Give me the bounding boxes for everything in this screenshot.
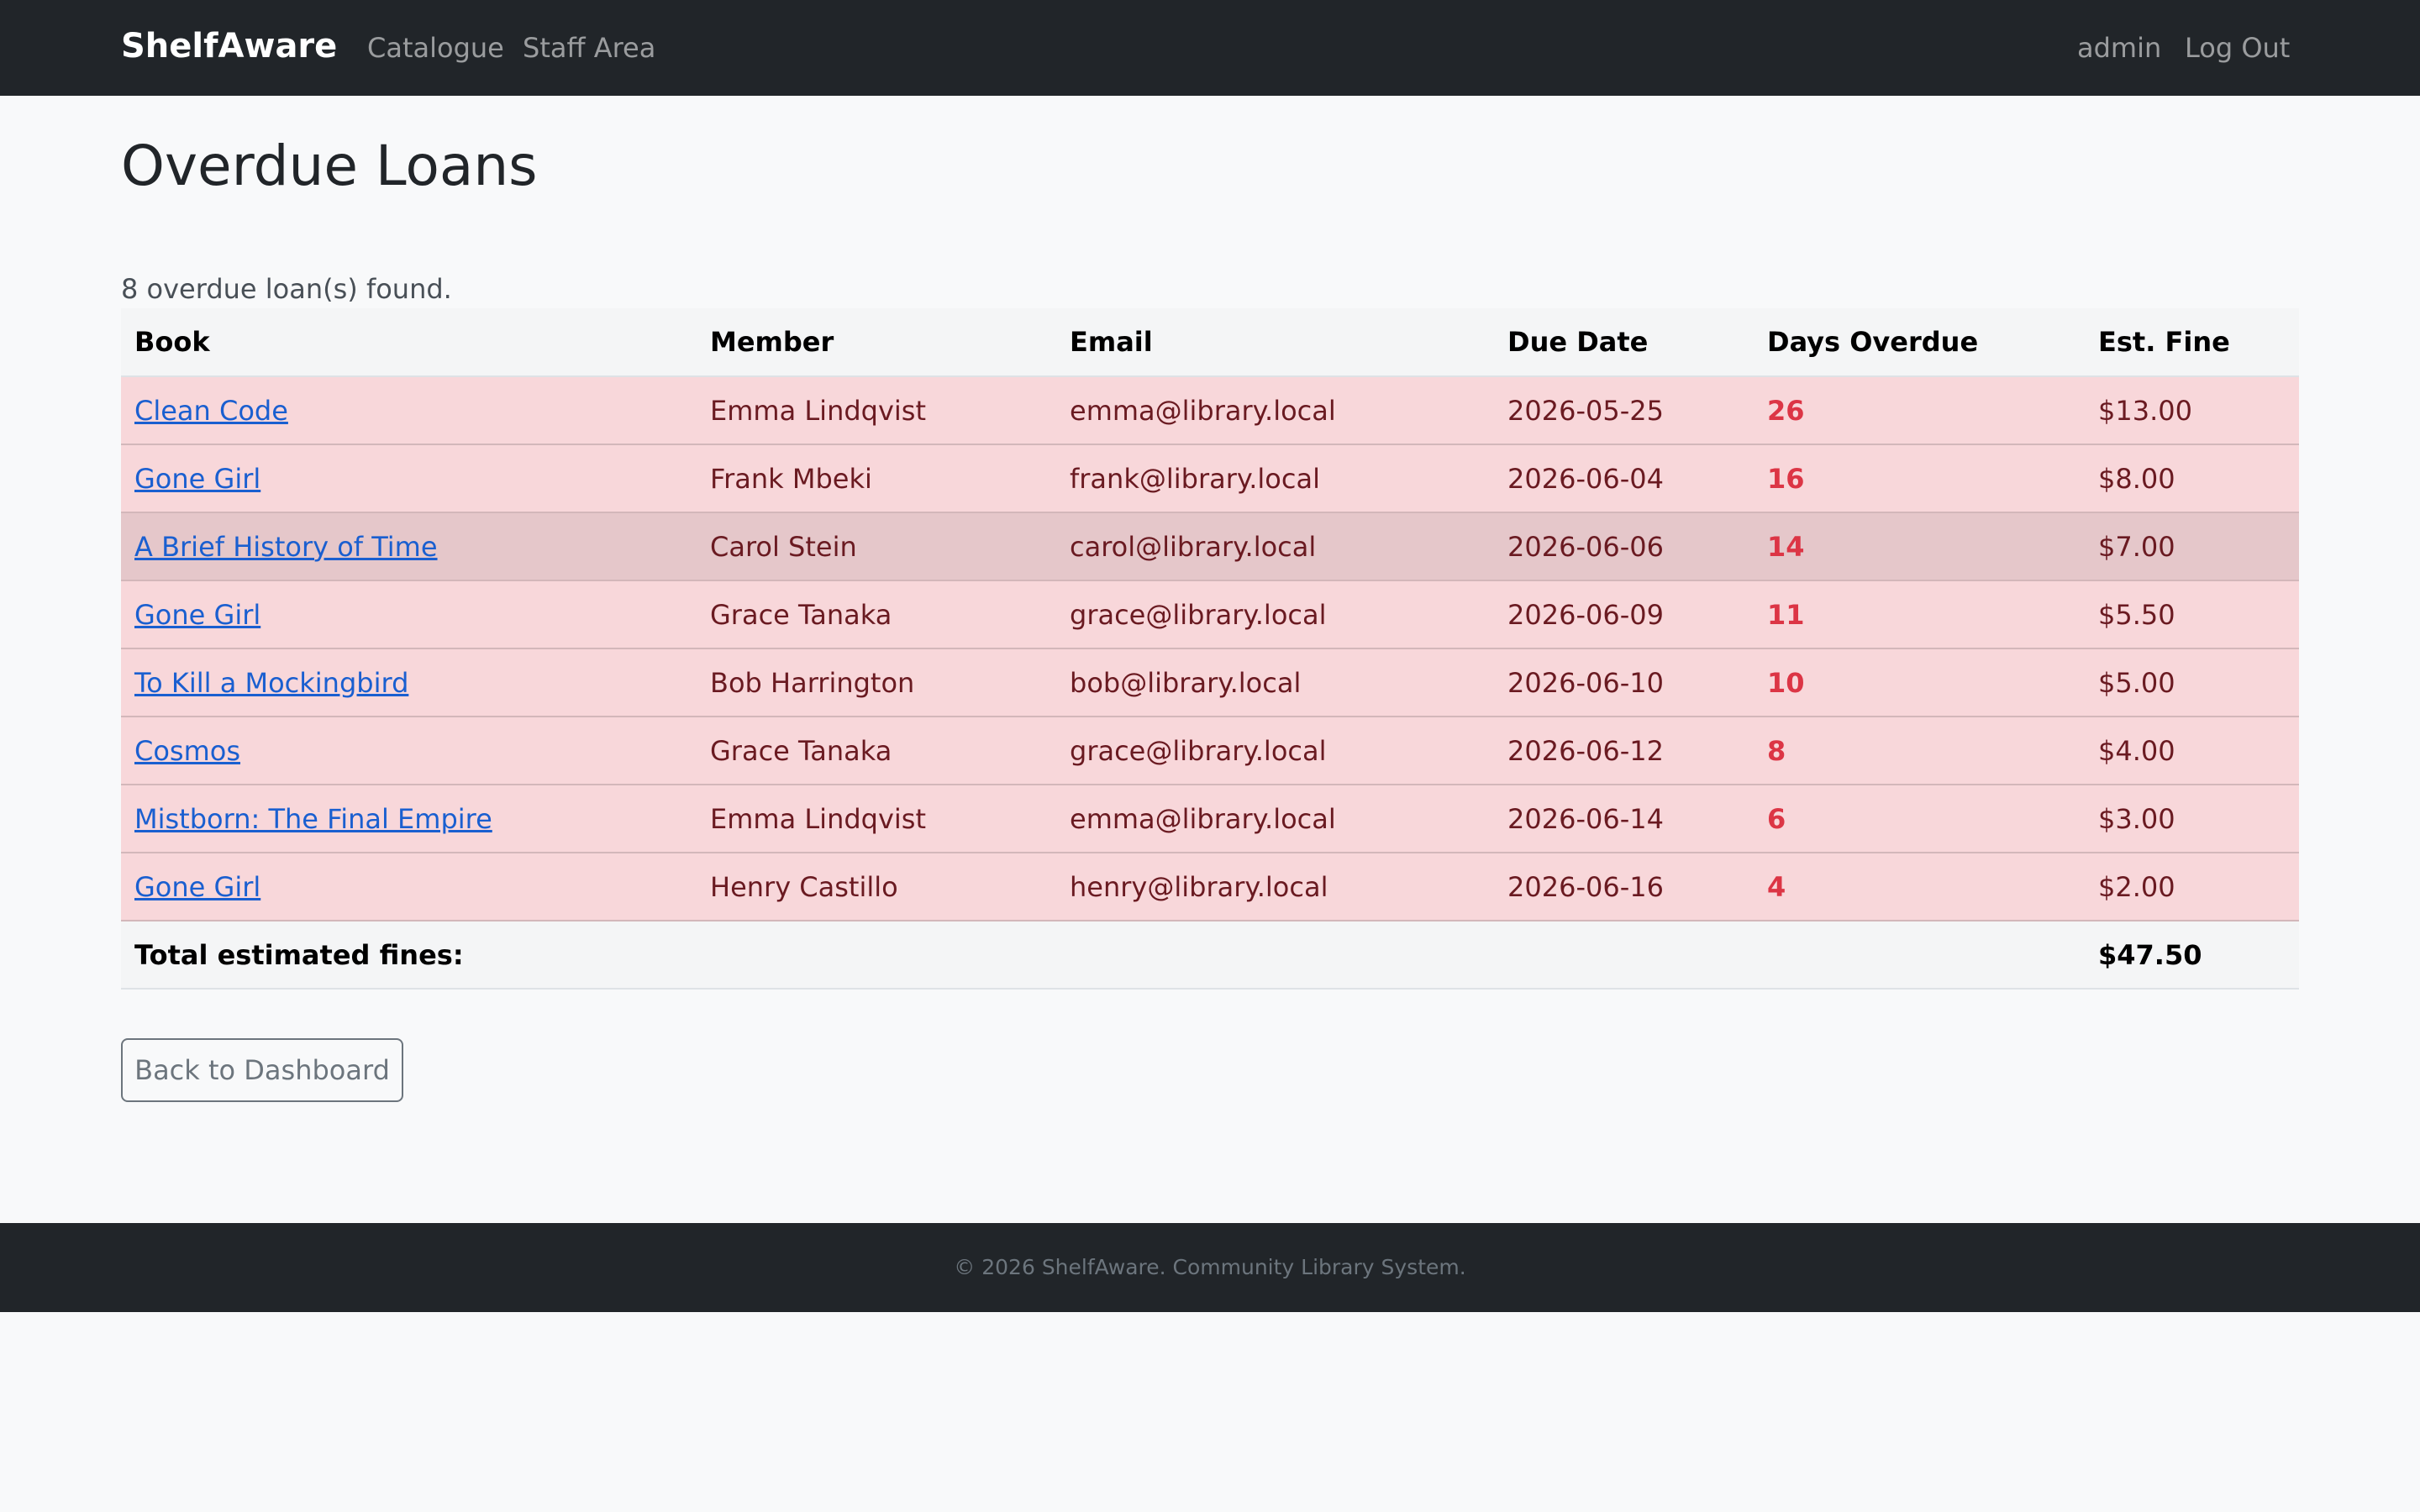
navbar: ShelfAware Catalogue Staff Area admin Lo… xyxy=(0,0,2420,96)
due-date-cell: 2026-06-14 xyxy=(1494,785,1754,853)
table-row: Clean Code Emma Lindqvist emma@library.l… xyxy=(121,376,2299,445)
est-fine-cell: $3.00 xyxy=(2085,785,2299,853)
est-fine-cell: $5.50 xyxy=(2085,580,2299,649)
book-title-link[interactable]: To Kill a Mockingbird xyxy=(134,667,408,699)
est-fine-cell: $4.00 xyxy=(2085,717,2299,785)
overdue-loans-table: Book Member Email Due Date Days Overdue … xyxy=(121,308,2299,990)
column-header-days-overdue: Days Overdue xyxy=(1754,308,2085,377)
book-title-link[interactable]: Mistborn: The Final Empire xyxy=(134,803,492,835)
email-cell: bob@library.local xyxy=(1056,648,1494,717)
due-date-cell: 2026-06-12 xyxy=(1494,717,1754,785)
email-cell: emma@library.local xyxy=(1056,376,1494,445)
est-fine-cell: $7.00 xyxy=(2085,512,2299,581)
due-date-cell: 2026-05-25 xyxy=(1494,376,1754,445)
total-fines-label: Total estimated fines: xyxy=(121,921,2085,990)
due-date-cell: 2026-06-04 xyxy=(1494,444,1754,513)
footer-copyright: © 2026 ShelfAware. Community Library Sys… xyxy=(954,1255,1466,1279)
column-header-est-fine: Est. Fine xyxy=(2085,308,2299,377)
column-header-email: Email xyxy=(1056,308,1494,377)
days-overdue-cell: 26 xyxy=(1754,376,2085,445)
back-to-dashboard-button[interactable]: Back to Dashboard xyxy=(121,1038,403,1102)
email-cell: frank@library.local xyxy=(1056,444,1494,513)
member-cell: Bob Harrington xyxy=(697,648,1056,717)
book-title-link[interactable]: Gone Girl xyxy=(134,463,260,495)
days-overdue-cell: 6 xyxy=(1754,785,2085,853)
table-row: A Brief History of Time Carol Stein caro… xyxy=(121,512,2299,581)
days-overdue-cell: 14 xyxy=(1754,512,2085,581)
book-cell: Clean Code xyxy=(121,376,697,445)
days-overdue-cell: 16 xyxy=(1754,444,2085,513)
column-header-member: Member xyxy=(697,308,1056,377)
due-date-cell: 2026-06-10 xyxy=(1494,648,1754,717)
days-overdue-cell: 4 xyxy=(1754,853,2085,921)
footer: © 2026 ShelfAware. Community Library Sys… xyxy=(0,1223,2420,1312)
table-row: Gone Girl Henry Castillo henry@library.l… xyxy=(121,853,2299,921)
book-cell: Cosmos xyxy=(121,717,697,785)
table-row: Cosmos Grace Tanaka grace@library.local … xyxy=(121,717,2299,785)
days-overdue-cell: 8 xyxy=(1754,717,2085,785)
table-header-row: Book Member Email Due Date Days Overdue … xyxy=(121,308,2299,377)
brand-logo-link[interactable]: ShelfAware xyxy=(121,24,337,69)
book-title-link[interactable]: Cosmos xyxy=(134,735,240,767)
due-date-cell: 2026-06-16 xyxy=(1494,853,1754,921)
book-title-link[interactable]: A Brief History of Time xyxy=(134,531,438,563)
nav-user-admin[interactable]: admin xyxy=(2077,29,2161,67)
table-row: Gone Girl Grace Tanaka grace@library.loc… xyxy=(121,580,2299,649)
book-cell: To Kill a Mockingbird xyxy=(121,648,697,717)
book-cell: A Brief History of Time xyxy=(121,512,697,581)
member-cell: Emma Lindqvist xyxy=(697,376,1056,445)
member-cell: Henry Castillo xyxy=(697,853,1056,921)
page-title: Overdue Loans xyxy=(121,134,538,198)
table-row: To Kill a Mockingbird Bob Harrington bob… xyxy=(121,648,2299,717)
est-fine-cell: $5.00 xyxy=(2085,648,2299,717)
column-header-book: Book xyxy=(121,308,697,377)
email-cell: emma@library.local xyxy=(1056,785,1494,853)
member-cell: Frank Mbeki xyxy=(697,444,1056,513)
nav-link-catalogue[interactable]: Catalogue xyxy=(367,29,504,67)
nav-link-staff-area[interactable]: Staff Area xyxy=(523,29,655,67)
member-cell: Carol Stein xyxy=(697,512,1056,581)
table-total-row: Total estimated fines: $47.50 xyxy=(121,921,2299,990)
book-cell: Mistborn: The Final Empire xyxy=(121,785,697,853)
days-overdue-cell: 11 xyxy=(1754,580,2085,649)
due-date-cell: 2026-06-06 xyxy=(1494,512,1754,581)
days-overdue-cell: 10 xyxy=(1754,648,2085,717)
book-cell: Gone Girl xyxy=(121,444,697,513)
table-row: Gone Girl Frank Mbeki frank@library.loca… xyxy=(121,444,2299,513)
nav-logout-link[interactable]: Log Out xyxy=(2185,29,2290,67)
due-date-cell: 2026-06-09 xyxy=(1494,580,1754,649)
est-fine-cell: $13.00 xyxy=(2085,376,2299,445)
email-cell: grace@library.local xyxy=(1056,580,1494,649)
book-title-link[interactable]: Clean Code xyxy=(134,395,288,427)
est-fine-cell: $2.00 xyxy=(2085,853,2299,921)
book-title-link[interactable]: Gone Girl xyxy=(134,871,260,903)
email-cell: grace@library.local xyxy=(1056,717,1494,785)
email-cell: henry@library.local xyxy=(1056,853,1494,921)
member-cell: Emma Lindqvist xyxy=(697,785,1056,853)
column-header-due-date: Due Date xyxy=(1494,308,1754,377)
overdue-count-summary: 8 overdue loan(s) found. xyxy=(121,273,452,305)
member-cell: Grace Tanaka xyxy=(697,717,1056,785)
est-fine-cell: $8.00 xyxy=(2085,444,2299,513)
email-cell: carol@library.local xyxy=(1056,512,1494,581)
table-row: Mistborn: The Final Empire Emma Lindqvis… xyxy=(121,785,2299,853)
member-cell: Grace Tanaka xyxy=(697,580,1056,649)
book-cell: Gone Girl xyxy=(121,853,697,921)
book-cell: Gone Girl xyxy=(121,580,697,649)
total-fines-value: $47.50 xyxy=(2085,921,2299,990)
book-title-link[interactable]: Gone Girl xyxy=(134,599,260,631)
